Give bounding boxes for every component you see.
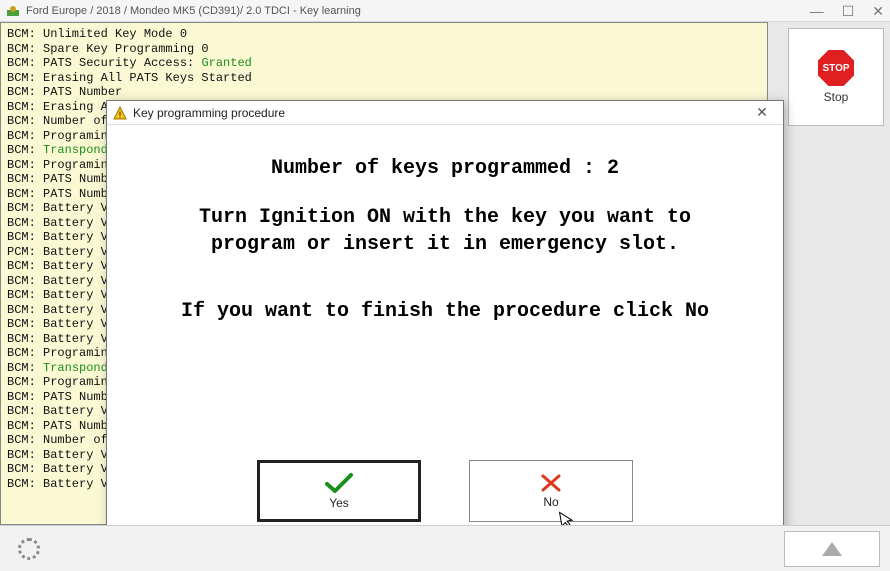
dialog-instruction: Turn Ignition ON with the key you want t…	[125, 204, 765, 258]
loading-spinner-icon	[18, 538, 40, 560]
log-line: BCM: Unlimited Key Mode 0	[7, 27, 761, 42]
nav-up-button[interactable]	[784, 531, 880, 567]
stop-icon: STOP	[818, 50, 854, 86]
log-line: BCM: PATS Number	[7, 85, 761, 100]
main-titlebar: Ford Europe / 2018 / Mondeo MK5 (CD391)/…	[0, 0, 890, 22]
window-title: Ford Europe / 2018 / Mondeo MK5 (CD391)/…	[26, 5, 361, 17]
key-programming-dialog: ! Key programming procedure ✕ Number of …	[106, 100, 784, 542]
close-button[interactable]: ✕	[872, 4, 884, 18]
dialog-close-button[interactable]: ✕	[747, 103, 777, 123]
app-icon	[6, 4, 20, 18]
dialog-finish-hint: If you want to finish the procedure clic…	[125, 298, 765, 325]
yes-button[interactable]: Yes	[257, 460, 421, 522]
maximize-button[interactable]: ☐	[842, 4, 855, 18]
warning-icon: !	[113, 106, 127, 120]
bottom-bar	[0, 525, 890, 571]
dialog-line-keys-programmed: Number of keys programmed : 2	[125, 155, 765, 182]
no-label: No	[543, 495, 558, 509]
stop-label: Stop	[824, 90, 849, 104]
chevron-up-icon	[822, 542, 842, 556]
log-line: BCM: Spare Key Programming 0	[7, 42, 761, 57]
main-area: BCM: Unlimited Key Mode 0BCM: Spare Key …	[0, 22, 890, 525]
dialog-title: Key programming procedure	[133, 106, 285, 120]
x-icon	[539, 473, 563, 493]
log-line: BCM: Erasing All PATS Keys Started	[7, 71, 761, 86]
yes-label: Yes	[329, 496, 349, 510]
window-controls: — ☐ ✕	[810, 4, 884, 18]
svg-text:!: !	[119, 110, 122, 120]
no-button[interactable]: No	[469, 460, 633, 522]
dialog-titlebar: ! Key programming procedure ✕	[107, 101, 783, 125]
check-icon	[324, 472, 354, 494]
dialog-body: Number of keys programmed : 2 Turn Ignit…	[107, 125, 783, 455]
minimize-button[interactable]: —	[810, 4, 824, 18]
stop-button[interactable]: STOP Stop	[788, 28, 884, 126]
log-line: BCM: PATS Security Access: Granted	[7, 56, 761, 71]
